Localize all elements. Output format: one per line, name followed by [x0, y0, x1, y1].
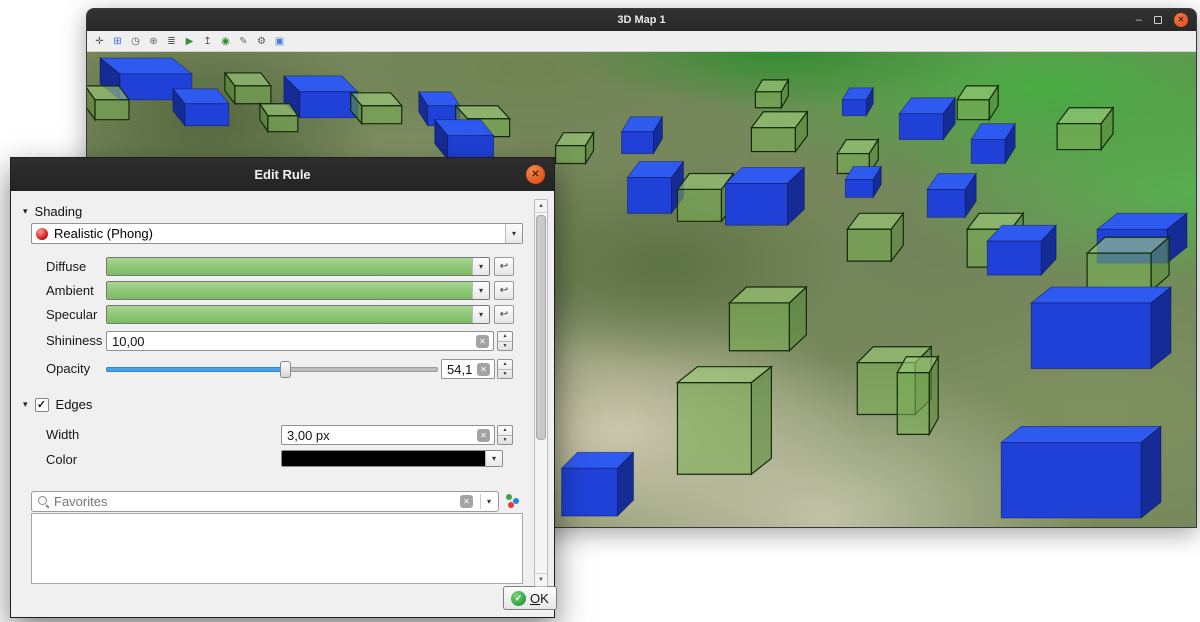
diffuse-data-defined-button[interactable]: ↩: [494, 257, 514, 276]
edge-width-spinner: ▲ ▼: [497, 425, 513, 445]
axis-grid-icon[interactable]: ⊞: [110, 34, 125, 49]
edit-tools-icon[interactable]: ✎: [236, 34, 251, 49]
favorites-filter-combobox[interactable]: ✕ ▾: [31, 491, 499, 512]
search-icon: [38, 496, 50, 508]
style-manager-icon[interactable]: [505, 492, 522, 510]
spin-down-icon[interactable]: ▼: [498, 436, 512, 445]
camera-pan-icon[interactable]: ✛: [92, 34, 107, 49]
scroll-up-icon[interactable]: ▲: [535, 200, 547, 213]
shading-type-value: Realistic (Phong): [54, 226, 505, 241]
ambient-data-defined-button[interactable]: ↩: [494, 281, 514, 300]
ok-button[interactable]: ✓ OK: [503, 586, 557, 610]
maximize-icon[interactable]: [1154, 16, 1162, 24]
scrollbar-thumb[interactable]: [536, 215, 546, 440]
opacity-input[interactable]: [447, 362, 477, 377]
options-icon[interactable]: ⚙: [254, 34, 269, 49]
chevron-down-icon[interactable]: ▾: [505, 224, 522, 243]
close-icon[interactable]: ✕: [1174, 13, 1188, 27]
map-toolbar: ✛⊞◷⊕≣▶↥◉✎⚙▣: [87, 31, 1196, 52]
symbol-list[interactable]: [31, 513, 523, 584]
edge-color-button[interactable]: ▾: [281, 450, 503, 467]
chevron-down-icon[interactable]: ▾: [485, 451, 502, 466]
edge-color-swatch: [282, 451, 485, 466]
animation-timeline-icon[interactable]: ◷: [128, 34, 143, 49]
shininess-spinner: ▲ ▼: [497, 331, 513, 351]
ambient-label: Ambient: [46, 283, 94, 298]
chevron-down-icon[interactable]: ▾: [472, 282, 489, 299]
specular-color-swatch: [107, 306, 472, 323]
opacity-slider-handle[interactable]: [280, 361, 291, 378]
clear-icon[interactable]: ✕: [476, 335, 489, 348]
opacity-slider[interactable]: [106, 359, 438, 379]
shading-section-label: Shading: [35, 204, 83, 219]
play-animation-icon[interactable]: ▶: [182, 34, 197, 49]
dialog-titlebar[interactable]: Edit Rule ✕: [11, 158, 554, 191]
export-scene-icon[interactable]: ↥: [200, 34, 215, 49]
ok-button-label: OK: [530, 591, 549, 606]
edge-color-label: Color: [46, 452, 77, 467]
spin-down-icon[interactable]: ▼: [498, 342, 512, 351]
opacity-spinner: ▲ ▼: [497, 359, 513, 379]
diffuse-color-swatch: [107, 258, 472, 275]
clear-icon[interactable]: ✕: [477, 429, 490, 442]
shading-type-combobox[interactable]: Realistic (Phong) ▾: [31, 223, 523, 244]
opacity-spinbox[interactable]: ✕: [441, 359, 495, 379]
edges-checkbox[interactable]: ✓: [35, 398, 49, 412]
map-window-title: 3D Map 1: [617, 14, 665, 26]
shininess-spinbox[interactable]: ✕: [106, 331, 494, 351]
shininess-label: Shininess: [46, 333, 102, 348]
edges-section-header[interactable]: ▾ ✓ Edges: [23, 397, 92, 412]
divider: [480, 494, 481, 509]
ambient-color-button[interactable]: ▾: [106, 281, 490, 300]
dialog-body: ▾ Shading Realistic (Phong) ▾ Diffuse ▾ …: [11, 191, 554, 619]
dialog-close-icon[interactable]: ✕: [526, 165, 545, 184]
shininess-input[interactable]: [112, 334, 476, 349]
capture-frame-icon[interactable]: ▣: [272, 34, 287, 49]
map-window-titlebar[interactable]: 3D Map 1 – ✕: [87, 9, 1196, 31]
edge-width-spinbox[interactable]: ✕: [281, 425, 495, 445]
ok-check-icon: ✓: [511, 591, 526, 606]
specular-label: Specular: [46, 307, 97, 322]
collapse-arrow-icon[interactable]: ▾: [23, 399, 28, 410]
collapse-arrow-icon[interactable]: ▾: [23, 206, 28, 217]
specular-data-defined-button[interactable]: ↩: [494, 305, 514, 324]
ambient-color-swatch: [107, 282, 472, 299]
minimize-icon[interactable]: –: [1136, 15, 1142, 25]
chevron-down-icon[interactable]: ▾: [472, 306, 489, 323]
diffuse-label: Diffuse: [46, 259, 86, 274]
clear-icon[interactable]: ✕: [477, 363, 490, 376]
desktop: 3D Map 1 – ✕ ✛⊞◷⊕≣▶↥◉✎⚙▣ Edit Rule ✕ ▾ S…: [0, 0, 1200, 622]
specular-color-button[interactable]: ▾: [106, 305, 490, 324]
globe-icon[interactable]: ◉: [218, 34, 233, 49]
edit-rule-dialog: Edit Rule ✕ ▾ Shading Realistic (Phong) …: [10, 157, 555, 618]
spin-up-icon[interactable]: ▲: [498, 332, 512, 342]
opacity-label: Opacity: [46, 361, 90, 376]
edges-section-label: Edges: [56, 397, 93, 412]
chevron-down-icon[interactable]: ▾: [472, 258, 489, 275]
shading-section-header[interactable]: ▾ Shading: [23, 204, 82, 219]
dialog-title: Edit Rule: [254, 167, 310, 182]
layers-list-icon[interactable]: ≣: [164, 34, 179, 49]
spin-up-icon[interactable]: ▲: [498, 360, 512, 370]
dialog-scrollbar[interactable]: ▲ ▼: [534, 199, 548, 587]
opacity-slider-fill: [106, 367, 285, 372]
window-controls: – ✕: [1136, 9, 1188, 31]
phong-sphere-icon: [36, 228, 48, 240]
spin-down-icon[interactable]: ▼: [498, 370, 512, 379]
zoom-in-icon[interactable]: ⊕: [146, 34, 161, 49]
scroll-down-icon[interactable]: ▼: [535, 573, 547, 586]
edge-width-label: Width: [46, 427, 79, 442]
spin-up-icon[interactable]: ▲: [498, 426, 512, 436]
chevron-down-icon[interactable]: ▾: [484, 497, 494, 506]
clear-icon[interactable]: ✕: [460, 495, 473, 508]
favorites-search-input[interactable]: [54, 494, 460, 509]
edge-width-input[interactable]: [287, 428, 477, 443]
diffuse-color-button[interactable]: ▾: [106, 257, 490, 276]
